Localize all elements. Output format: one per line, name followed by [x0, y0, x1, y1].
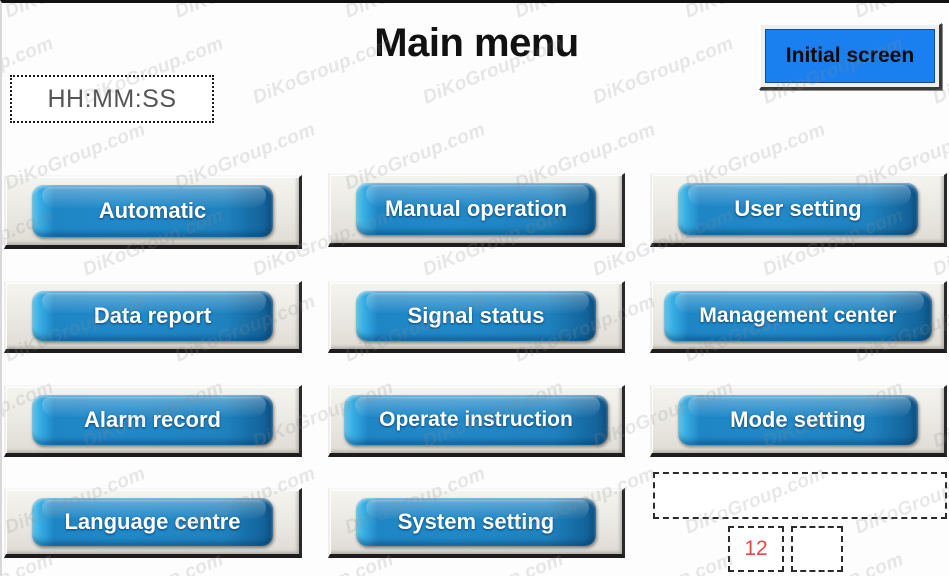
menu-button-label: System setting	[397, 509, 555, 534]
menu-button-face: Manual operation	[356, 183, 596, 235]
menu-button-language-centre[interactable]: Language centre	[4, 488, 302, 558]
menu-button-data-report[interactable]: Data report	[4, 281, 302, 353]
menu-button-face: Mode setting	[678, 395, 918, 445]
menu-button-label: Mode setting	[730, 407, 866, 432]
menu-button-system-setting[interactable]: System setting	[328, 488, 625, 558]
menu-button-automatic[interactable]: Automatic	[4, 175, 302, 249]
menu-button-label: Manual operation	[384, 196, 568, 221]
menu-button-label: Automatic	[98, 198, 207, 223]
menu-button-label: Alarm record	[84, 407, 221, 432]
menu-button-signal-status[interactable]: Signal status	[328, 281, 625, 353]
menu-button-alarm-record[interactable]: Alarm record	[4, 385, 302, 457]
hmi-main-menu-screen: Main menu HH:MM:SS Initial screen Automa…	[0, 0, 949, 576]
menu-button-face: Operate instruction	[344, 395, 608, 445]
initial-screen-button-label: Initial screen	[765, 29, 935, 83]
menu-button-face: Signal status	[356, 291, 596, 341]
counter-value: 12	[744, 537, 768, 560]
menu-button-label: Signal status	[407, 303, 545, 328]
initial-screen-button[interactable]: Initial screen	[759, 23, 942, 90]
menu-button-face: Data report	[32, 291, 273, 341]
watermark-text: DiKoGroup.com	[930, 549, 949, 576]
spare-field[interactable]	[791, 526, 843, 572]
menu-button-label: Management center	[699, 304, 897, 327]
menu-button-face: User setting	[678, 183, 918, 235]
menu-button-label: User setting	[734, 196, 862, 221]
menu-button-face: Language centre	[32, 498, 273, 546]
menu-button-label: Operate instruction	[379, 408, 573, 431]
menu-button-operate-instruction[interactable]: Operate instruction	[328, 385, 625, 457]
menu-button-label: Data report	[93, 303, 212, 328]
message-bar-field[interactable]	[653, 472, 947, 519]
menu-button-mode-setting[interactable]: Mode setting	[650, 385, 947, 457]
menu-button-management-center[interactable]: Management center	[650, 281, 947, 353]
menu-button-user-setting[interactable]: User setting	[650, 173, 947, 247]
clock-display-value: HH:MM:SS	[47, 84, 177, 113]
menu-button-face: System setting	[356, 498, 596, 546]
menu-button-face: Automatic	[32, 185, 273, 237]
menu-button-face: Management center	[664, 291, 932, 341]
counter-field[interactable]: 12	[728, 526, 784, 572]
menu-button-manual-operation[interactable]: Manual operation	[328, 173, 625, 247]
menu-button-label: Language centre	[64, 509, 241, 534]
menu-button-face: Alarm record	[32, 395, 273, 445]
clock-display-field: HH:MM:SS	[10, 75, 214, 123]
